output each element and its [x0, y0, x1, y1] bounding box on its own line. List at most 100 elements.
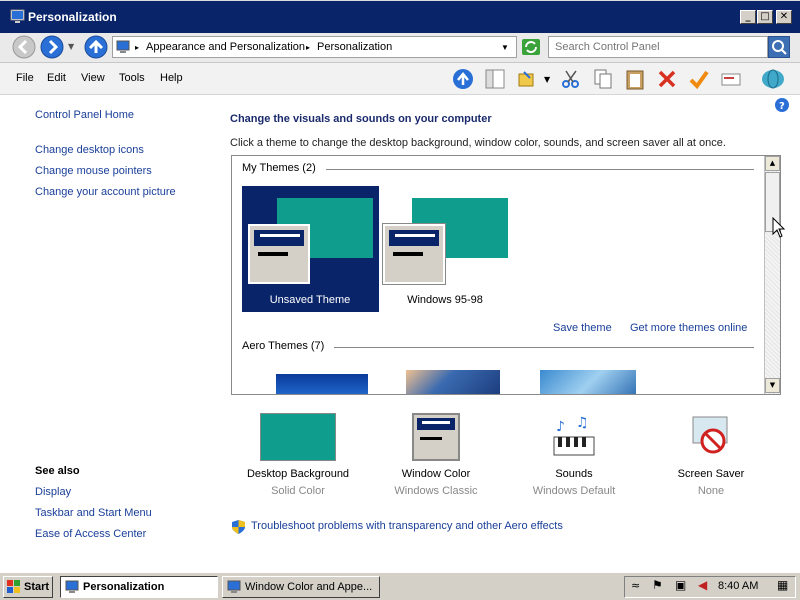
menu-tools[interactable]: Tools — [119, 72, 145, 84]
theme-label-windows-95-98: Windows 95-98 — [407, 294, 483, 306]
theme-windows-95-98[interactable]: Windows 95-98 — [380, 186, 517, 312]
desktop-background-setting[interactable]: Desktop Background Solid Color — [228, 413, 368, 497]
see-also-ease-of-access[interactable]: Ease of Access Center — [35, 528, 146, 540]
aero-theme-thumbnail[interactable] — [540, 370, 636, 394]
properties-check-icon[interactable] — [688, 68, 710, 90]
taskbar-item-label: Window Color and Appe... — [245, 581, 373, 593]
copy-icon[interactable] — [592, 68, 614, 90]
start-button[interactable]: Start — [3, 576, 53, 598]
recent-pages-icon[interactable]: ▼ — [68, 42, 74, 51]
maximize-button[interactable]: □ — [757, 10, 773, 24]
desktop-background-swatch — [260, 413, 336, 461]
menu-edit[interactable]: Edit — [47, 72, 66, 84]
theme-list: My Themes (2) Unsaved Theme Windows 95-9… — [231, 155, 781, 395]
page-title: Change the visuals and sounds on your co… — [230, 113, 492, 125]
search-input[interactable] — [549, 37, 767, 57]
desktop-background-title: Desktop Background — [246, 468, 350, 480]
mouse-cursor-icon — [772, 217, 786, 238]
delete-icon[interactable] — [656, 68, 678, 90]
window-title: Personalization — [28, 10, 117, 24]
back-icon[interactable] — [12, 35, 36, 59]
taskbar-item-window-color[interactable]: Window Color and Appe... — [222, 576, 380, 598]
page-description: Click a theme to change the desktop back… — [230, 137, 726, 149]
title-bar[interactable]: Personalization _ □ ✕ — [0, 1, 800, 33]
taskbar: Start Personalization Window Color and A… — [0, 572, 800, 600]
minimize-button[interactable]: _ — [740, 10, 756, 24]
svg-text:♪: ♪ — [556, 419, 565, 435]
monitor-icon — [65, 580, 79, 593]
menu-help[interactable]: Help — [160, 72, 183, 84]
sidebar-change-desktop-icons[interactable]: Change desktop icons — [35, 144, 144, 156]
theme-window-preview — [383, 224, 445, 284]
monitor-icon — [10, 9, 25, 23]
scroll-down-icon[interactable]: ▼ — [765, 378, 780, 393]
sidebar-change-mouse-pointers[interactable]: Change mouse pointers — [35, 165, 152, 177]
aero-theme-thumbnail[interactable] — [276, 374, 368, 394]
search-icon — [772, 40, 787, 55]
refresh-icon[interactable] — [522, 39, 540, 55]
sounds-icon: ♪ ♫ — [553, 415, 595, 456]
theme-unsaved[interactable]: Unsaved Theme — [242, 186, 379, 312]
screen-saver-title: Screen Saver — [677, 468, 745, 480]
window-color-setting[interactable]: Window Color Windows Classic — [366, 413, 506, 497]
menu-bar: File Edit View Tools Help ▼ — [0, 63, 800, 95]
window-color-value: Windows Classic — [394, 485, 478, 497]
breadcrumb-appearance[interactable]: Appearance and Personalization — [146, 41, 305, 53]
shield-icon — [232, 520, 245, 534]
menu-file[interactable]: File — [16, 72, 34, 84]
system-tray: ≈ ⚑ ▣ ◀ 8:40 AM ▦ — [624, 576, 796, 598]
see-also-taskbar[interactable]: Taskbar and Start Menu — [35, 507, 152, 519]
forward-icon[interactable] — [40, 35, 64, 59]
breadcrumb-separator-icon: ▸ — [135, 43, 140, 52]
breadcrumb-personalization[interactable]: Personalization — [317, 41, 392, 53]
show-hidden-icons-icon[interactable]: ≈ — [631, 579, 640, 592]
see-also-display[interactable]: Display — [35, 486, 71, 498]
sidebar-change-account-picture[interactable]: Change your account picture — [35, 186, 176, 198]
svg-text:?: ? — [779, 101, 785, 112]
sounds-setting[interactable]: ♪ ♫ Sounds Windows Default — [504, 413, 644, 497]
volume-muted-icon[interactable]: ◀ — [698, 578, 707, 592]
sidebar-control-panel-home[interactable]: Control Panel Home — [35, 109, 134, 121]
breadcrumb-separator-icon: ▸ — [306, 43, 311, 52]
control-panel-icon — [116, 40, 130, 53]
clock[interactable]: 8:40 AM — [718, 580, 758, 592]
up-folder-icon[interactable] — [452, 68, 474, 90]
svg-text:♫: ♫ — [576, 415, 589, 431]
window-color-title: Window Color — [401, 468, 471, 480]
get-more-themes-link[interactable]: Get more themes online — [630, 322, 747, 334]
folders-pane-icon[interactable] — [484, 68, 506, 90]
address-field[interactable]: ▸ Appearance and Personalization ▸ Perso… — [112, 36, 517, 58]
theme-label-unsaved: Unsaved Theme — [269, 294, 351, 306]
up-icon[interactable] — [84, 35, 108, 59]
menu-view[interactable]: View — [81, 72, 105, 84]
screen-saver-setting[interactable]: Screen Saver None — [641, 413, 781, 497]
search-box[interactable] — [548, 36, 768, 58]
globe-icon[interactable] — [760, 68, 786, 90]
address-dropdown-icon[interactable]: ▼ — [501, 43, 509, 52]
save-theme-link[interactable]: Save theme — [553, 322, 612, 334]
taskbar-item-label: Personalization — [83, 581, 165, 593]
start-label: Start — [24, 581, 50, 593]
window-color-icon — [412, 413, 460, 461]
section-divider — [326, 169, 754, 170]
see-also-heading: See also — [35, 465, 80, 477]
paste-icon[interactable] — [624, 68, 646, 90]
aero-themes-heading: Aero Themes (7) — [242, 340, 325, 352]
search-button[interactable] — [768, 36, 790, 58]
close-button[interactable]: ✕ — [776, 10, 792, 24]
show-desktop-icon[interactable]: ▦ — [777, 578, 788, 592]
views-dropdown-icon[interactable]: ▼ — [544, 75, 550, 84]
aero-theme-thumbnail[interactable] — [406, 370, 500, 394]
folder-options-icon[interactable] — [516, 68, 538, 90]
address-toolbar: ▼ ▸ Appearance and Personalization ▸ Per… — [0, 33, 800, 63]
action-center-flag-icon[interactable]: ⚑ — [652, 578, 663, 592]
scroll-up-icon[interactable]: ▲ — [765, 156, 780, 171]
cut-icon[interactable] — [560, 68, 582, 90]
network-icon[interactable]: ▣ — [675, 578, 686, 592]
help-icon[interactable]: ? — [774, 97, 790, 113]
rename-icon[interactable] — [720, 68, 742, 90]
taskbar-item-personalization[interactable]: Personalization — [60, 576, 218, 598]
troubleshoot-link[interactable]: Troubleshoot problems with transparency … — [251, 520, 563, 532]
theme-list-scrollbar[interactable]: ▲ ▼ — [764, 156, 780, 394]
theme-window-preview — [248, 224, 310, 284]
